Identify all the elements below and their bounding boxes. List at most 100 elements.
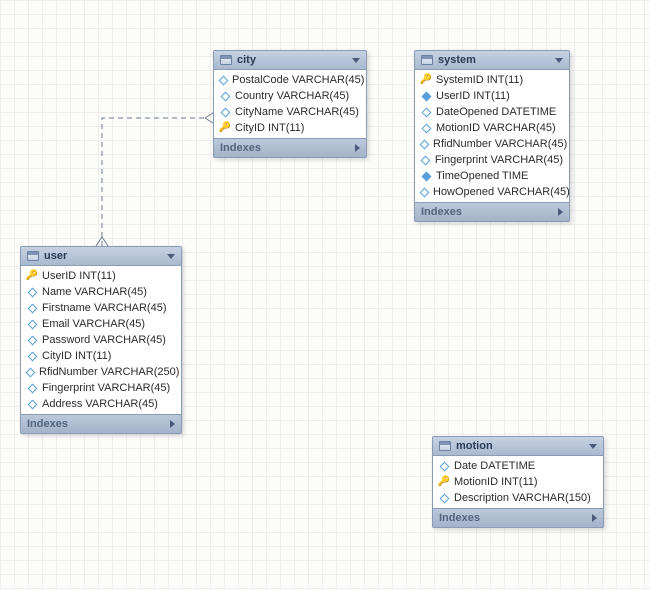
column-row[interactable]: HowOpened VARCHAR(45) xyxy=(415,184,569,200)
table-icon xyxy=(439,441,451,451)
primary-key-icon: 🔑 xyxy=(27,271,37,281)
column-label: Email VARCHAR(45) xyxy=(42,318,145,330)
column-icon xyxy=(421,157,430,164)
column-label: RfidNumber VARCHAR(250) xyxy=(39,366,179,378)
column-label: Fingerprint VARCHAR(45) xyxy=(435,154,563,166)
column-icon xyxy=(27,401,37,408)
column-icon xyxy=(27,353,37,360)
expand-icon[interactable] xyxy=(170,420,175,428)
column-row[interactable]: Date DATETIME xyxy=(433,458,603,474)
indexes-label: Indexes xyxy=(27,418,68,430)
column-icon xyxy=(27,369,34,376)
columns-list: 🔑 UserID INT(11) Name VARCHAR(45) Firstname… xyxy=(21,266,181,414)
column-icon xyxy=(439,463,449,470)
expand-icon[interactable] xyxy=(558,208,563,216)
columns-list: PostalCode VARCHAR(45) Country VARCHAR(45… xyxy=(214,70,366,138)
column-label: Name VARCHAR(45) xyxy=(42,286,147,298)
table-title: city xyxy=(237,54,256,66)
column-label: DateOpened DATETIME xyxy=(436,106,556,118)
column-label: Address VARCHAR(45) xyxy=(42,398,158,410)
indexes-label: Indexes xyxy=(220,142,261,154)
entity-table-user[interactable]: user 🔑 UserID INT(11) Name VARCHAR(45) First… xyxy=(20,246,182,434)
entity-table-system[interactable]: system 🔑 SystemID INT(11) UserID INT(11) Dat… xyxy=(414,50,570,222)
indexes-section[interactable]: Indexes xyxy=(415,202,569,221)
column-row[interactable]: Address VARCHAR(45) xyxy=(21,396,181,412)
column-label: PostalCode VARCHAR(45) xyxy=(232,74,364,86)
entity-table-motion[interactable]: motion Date DATETIME 🔑MotionID INT(11) Desc… xyxy=(432,436,604,528)
column-label: MotionID INT(11) xyxy=(454,476,538,488)
column-row[interactable]: 🔑 SystemID INT(11) xyxy=(415,72,569,88)
column-icon xyxy=(421,141,428,148)
column-row[interactable]: CityID INT(11) xyxy=(21,348,181,364)
indexes-section[interactable]: Indexes xyxy=(214,138,366,157)
primary-key-icon: 🔑 xyxy=(421,75,431,85)
column-row[interactable]: DateOpened DATETIME xyxy=(415,104,569,120)
column-label: MotionID VARCHAR(45) xyxy=(436,122,556,134)
collapse-icon[interactable] xyxy=(352,58,360,63)
foreign-key-icon xyxy=(421,93,431,100)
column-label: Firstname VARCHAR(45) xyxy=(42,302,167,314)
table-header[interactable]: user xyxy=(21,247,181,266)
column-label: CityID INT(11) xyxy=(42,350,111,362)
column-row[interactable]: 🔑MotionID INT(11) xyxy=(433,474,603,490)
columns-list: Date DATETIME 🔑MotionID INT(11) Descriptio… xyxy=(433,456,603,508)
column-row[interactable]: Name VARCHAR(45) xyxy=(21,284,181,300)
table-title: user xyxy=(44,250,67,262)
column-row[interactable]: 🔑 UserID INT(11) xyxy=(21,268,181,284)
indexes-label: Indexes xyxy=(439,512,480,524)
column-icon xyxy=(27,321,37,328)
column-icon xyxy=(220,109,230,116)
column-row[interactable]: Country VARCHAR(45) xyxy=(214,88,366,104)
expand-icon[interactable] xyxy=(592,514,597,522)
column-label: Country VARCHAR(45) xyxy=(235,90,349,102)
column-icon xyxy=(220,77,227,84)
column-row[interactable]: CityName VARCHAR(45) xyxy=(214,104,366,120)
column-row[interactable]: UserID INT(11) xyxy=(415,88,569,104)
column-row[interactable]: Fingerprint VARCHAR(45) xyxy=(21,380,181,396)
indexes-section[interactable]: Indexes xyxy=(21,414,181,433)
table-header[interactable]: city xyxy=(214,51,366,70)
column-icon xyxy=(27,305,37,312)
column-row[interactable]: Email VARCHAR(45) xyxy=(21,316,181,332)
column-label: Date DATETIME xyxy=(454,460,535,472)
table-header[interactable]: motion xyxy=(433,437,603,456)
column-icon xyxy=(27,385,37,392)
column-row[interactable]: RfidNumber VARCHAR(45) xyxy=(415,136,569,152)
indexes-section[interactable]: Indexes xyxy=(433,508,603,527)
column-label: Description VARCHAR(150) xyxy=(454,492,591,504)
column-icon xyxy=(421,125,431,132)
table-icon xyxy=(220,55,232,65)
collapse-icon[interactable] xyxy=(555,58,563,63)
column-label: RfidNumber VARCHAR(45) xyxy=(433,138,567,150)
column-icon xyxy=(27,337,37,344)
column-row[interactable]: RfidNumber VARCHAR(250) xyxy=(21,364,181,380)
entity-table-city[interactable]: city PostalCode VARCHAR(45) Country VARCHA… xyxy=(213,50,367,158)
column-label: HowOpened VARCHAR(45) xyxy=(433,186,570,198)
column-label: Fingerprint VARCHAR(45) xyxy=(42,382,170,394)
column-row[interactable]: Fingerprint VARCHAR(45) xyxy=(415,152,569,168)
collapse-icon[interactable] xyxy=(589,444,597,449)
column-label: TimeOpened TIME xyxy=(436,170,528,182)
column-row[interactable]: MotionID VARCHAR(45) xyxy=(415,120,569,136)
column-icon xyxy=(421,189,428,196)
column-label: SystemID INT(11) xyxy=(436,74,523,86)
column-row[interactable]: TimeOpened TIME xyxy=(415,168,569,184)
column-row[interactable]: PostalCode VARCHAR(45) xyxy=(214,72,366,88)
collapse-icon[interactable] xyxy=(167,254,175,259)
column-icon xyxy=(421,109,431,116)
table-icon xyxy=(27,251,39,261)
column-row[interactable]: Description VARCHAR(150) xyxy=(433,490,603,506)
column-row[interactable]: Firstname VARCHAR(45) xyxy=(21,300,181,316)
table-icon xyxy=(421,55,433,65)
column-icon xyxy=(220,93,230,100)
table-title: system xyxy=(438,54,476,66)
table-header[interactable]: system xyxy=(415,51,569,70)
column-row[interactable]: Password VARCHAR(45) xyxy=(21,332,181,348)
column-label: UserID INT(11) xyxy=(42,270,116,282)
column-label: CityID INT(11) xyxy=(235,122,304,134)
primary-key-icon: 🔑 xyxy=(220,123,230,133)
column-row[interactable]: 🔑 CityID INT(11) xyxy=(214,120,366,136)
expand-icon[interactable] xyxy=(355,144,360,152)
column-icon xyxy=(27,289,37,296)
column-label: CityName VARCHAR(45) xyxy=(235,106,359,118)
